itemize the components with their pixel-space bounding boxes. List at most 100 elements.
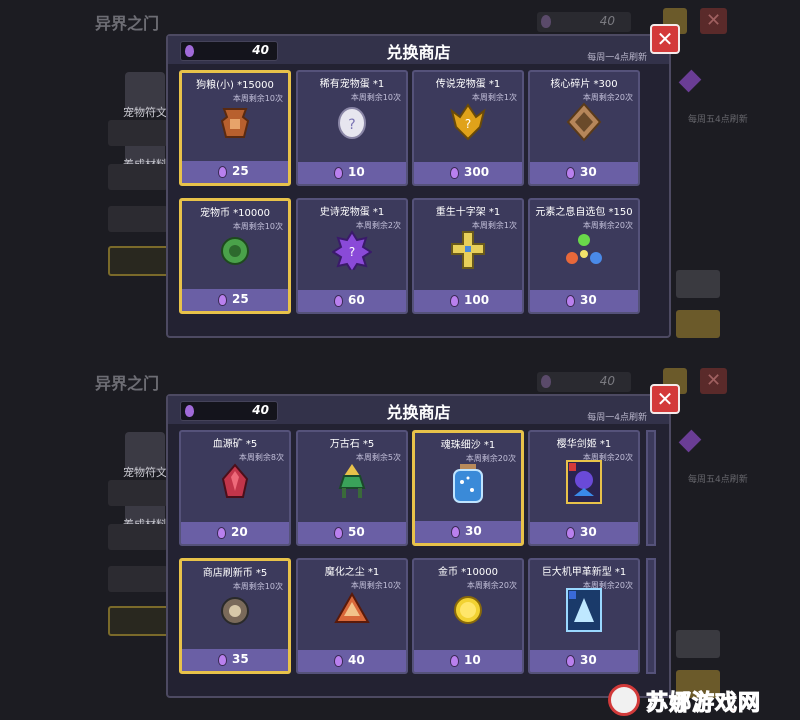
soul-gem-icon — [566, 295, 575, 307]
background-currency-value: 40 — [599, 14, 615, 28]
background-refresh-note: 每周五4点刷新 — [688, 115, 748, 125]
close-button[interactable]: ✕ — [650, 384, 680, 414]
list-item[interactable] — [108, 120, 168, 146]
price-bar[interactable]: 60 — [298, 290, 406, 312]
list-item[interactable] — [108, 480, 168, 506]
price-bar[interactable]: 30 — [415, 521, 521, 543]
shop-item-card[interactable]: 传说宠物蛋 *1 本周剩余1次? 300 — [412, 70, 524, 186]
soul-gem-icon — [451, 526, 460, 538]
price-bar[interactable]: 10 — [298, 162, 406, 184]
shop-item-card[interactable]: 元素之息自选包 *150 本周剩余20次 30 — [528, 198, 640, 314]
card-character-icon — [566, 460, 602, 508]
item-name: 核心碎片 *300 — [550, 79, 618, 90]
item-price: 100 — [464, 293, 490, 307]
item-name: 魔化之尘 *1 — [324, 567, 380, 578]
close-button[interactable]: ✕ — [650, 24, 680, 54]
price-bar[interactable]: 25 — [182, 161, 288, 183]
background-button[interactable] — [676, 630, 720, 658]
background-close-button[interactable]: ✕ — [700, 8, 727, 34]
background-title: 异界之门 — [95, 14, 160, 33]
meat-icon — [218, 105, 252, 145]
soul-gem-icon — [334, 527, 343, 539]
item-remaining: 本周剩余10次 — [350, 581, 401, 590]
item-price: 25 — [232, 164, 249, 178]
item-remaining: 本周剩余10次 — [232, 582, 283, 591]
background-button[interactable] — [676, 270, 720, 298]
list-item[interactable] — [108, 206, 168, 232]
item-price: 10 — [348, 165, 365, 179]
shop-item-card[interactable]: 狗粮(小) *15000 本周剩余10次 25 — [179, 70, 291, 186]
blood-ore-icon — [219, 463, 251, 505]
shop-item-card[interactable]: 血源矿 *5 本周剩余8次 20 — [179, 430, 291, 546]
item-name: 商店刷新币 *5 — [202, 568, 268, 579]
shop-item-card[interactable]: 稀有宠物蛋 *1 本周剩余10次? 10 — [296, 70, 408, 186]
background-button[interactable] — [676, 310, 720, 338]
item-remaining: 本周剩余10次 — [232, 222, 283, 231]
shop-item-card[interactable]: 宠物币 *10000 本周剩余10次 25 — [179, 198, 291, 314]
refresh-coin-icon — [220, 596, 250, 630]
soul-gem-icon — [218, 654, 227, 666]
item-name: 金币 *10000 — [438, 567, 498, 578]
price-bar[interactable]: 100 — [414, 290, 522, 312]
background-currency: 40 — [537, 372, 631, 392]
item-name: 狗粮(小) *15000 — [196, 80, 274, 91]
price-bar[interactable]: 40 — [298, 650, 406, 672]
background-close-button[interactable]: ✕ — [700, 368, 727, 394]
item-price: 30 — [580, 293, 597, 307]
shop-item-card[interactable]: 魔化之尘 *1 本周剩余10次 40 — [296, 558, 408, 674]
item-name: 重生十字架 *1 — [435, 207, 501, 218]
list-item[interactable] — [108, 524, 168, 550]
price-bar[interactable]: 20 — [181, 522, 289, 544]
item-price: 35 — [232, 652, 249, 666]
shop-item-card[interactable]: 金币 *10000 本周剩余20次 10 — [412, 558, 524, 674]
soul-gem-icon — [450, 295, 459, 307]
shop-item-card[interactable]: 商店刷新币 *5 本周剩余10次 35 — [179, 558, 291, 674]
item-price: 50 — [348, 525, 365, 539]
item-price: 300 — [464, 165, 490, 179]
item-remaining: 本周剩余10次 — [232, 94, 283, 103]
shop-item-card[interactable]: 樱华剑姬 *1 本周剩余20次 30 — [528, 430, 640, 546]
price-bar[interactable]: 30 — [530, 162, 638, 184]
price-bar[interactable]: 30 — [530, 650, 638, 672]
price-bar[interactable]: 30 — [530, 522, 638, 544]
shop-item-card[interactable]: 万古石 *5 本周剩余5次 50 — [296, 430, 408, 546]
price-bar[interactable]: 300 — [414, 162, 522, 184]
background-currency: 40 — [537, 12, 631, 32]
background-title: 异界之门 — [95, 374, 160, 393]
rare-egg-icon: ? — [336, 104, 368, 144]
item-remaining: 本周剩余1次 — [471, 93, 517, 102]
item-name: 稀有宠物蛋 *1 — [319, 79, 385, 90]
shop-item-card[interactable]: 史诗宠物蛋 *1 本周剩余2次? 60 — [296, 198, 408, 314]
item-remaining: 本周剩余8次 — [238, 453, 284, 462]
soul-gem-icon — [566, 167, 575, 179]
soul-gem-icon — [217, 527, 226, 539]
soul-gem-icon — [334, 167, 343, 179]
price-bar[interactable]: 50 — [298, 522, 406, 544]
price-bar[interactable]: 25 — [182, 289, 288, 311]
list-item[interactable] — [108, 606, 172, 636]
soul-gem-icon — [218, 294, 227, 306]
shop-item-card[interactable]: 巨大机甲革新型 *1 本周剩余20次 30 — [528, 558, 640, 674]
soul-gem-icon — [566, 655, 575, 667]
list-item[interactable] — [108, 246, 172, 276]
shop-item-card[interactable]: 重生十字架 *1 本周剩余1次 100 — [412, 198, 524, 314]
price-bar[interactable]: 10 — [414, 650, 522, 672]
item-price: 25 — [232, 292, 249, 306]
price-bar[interactable]: 30 — [530, 290, 638, 312]
item-price: 30 — [580, 525, 597, 539]
item-price: 10 — [464, 653, 481, 667]
watermark-text: 苏娜游戏网 — [645, 691, 762, 717]
soul-gem-icon — [218, 166, 227, 178]
price-bar[interactable]: 35 — [182, 649, 288, 671]
list-item[interactable] — [108, 566, 168, 592]
item-name: 宠物币 *10000 — [200, 208, 270, 219]
next-card-edge — [646, 430, 656, 546]
shop-item-card[interactable]: 核心碎片 *300 本周剩余20次 30 — [528, 70, 640, 186]
gold-coin-icon — [453, 595, 483, 629]
shop-item-card[interactable]: 魂珠细沙 *1 本周剩余20次 30 — [412, 430, 524, 546]
side-label-pet-rune: 宠物符文 — [123, 466, 167, 479]
list-item[interactable] — [108, 164, 168, 190]
refresh-note: 每周一4点刷新 — [587, 53, 647, 63]
ancient-stone-icon — [332, 462, 372, 506]
item-price: 40 — [348, 653, 365, 667]
